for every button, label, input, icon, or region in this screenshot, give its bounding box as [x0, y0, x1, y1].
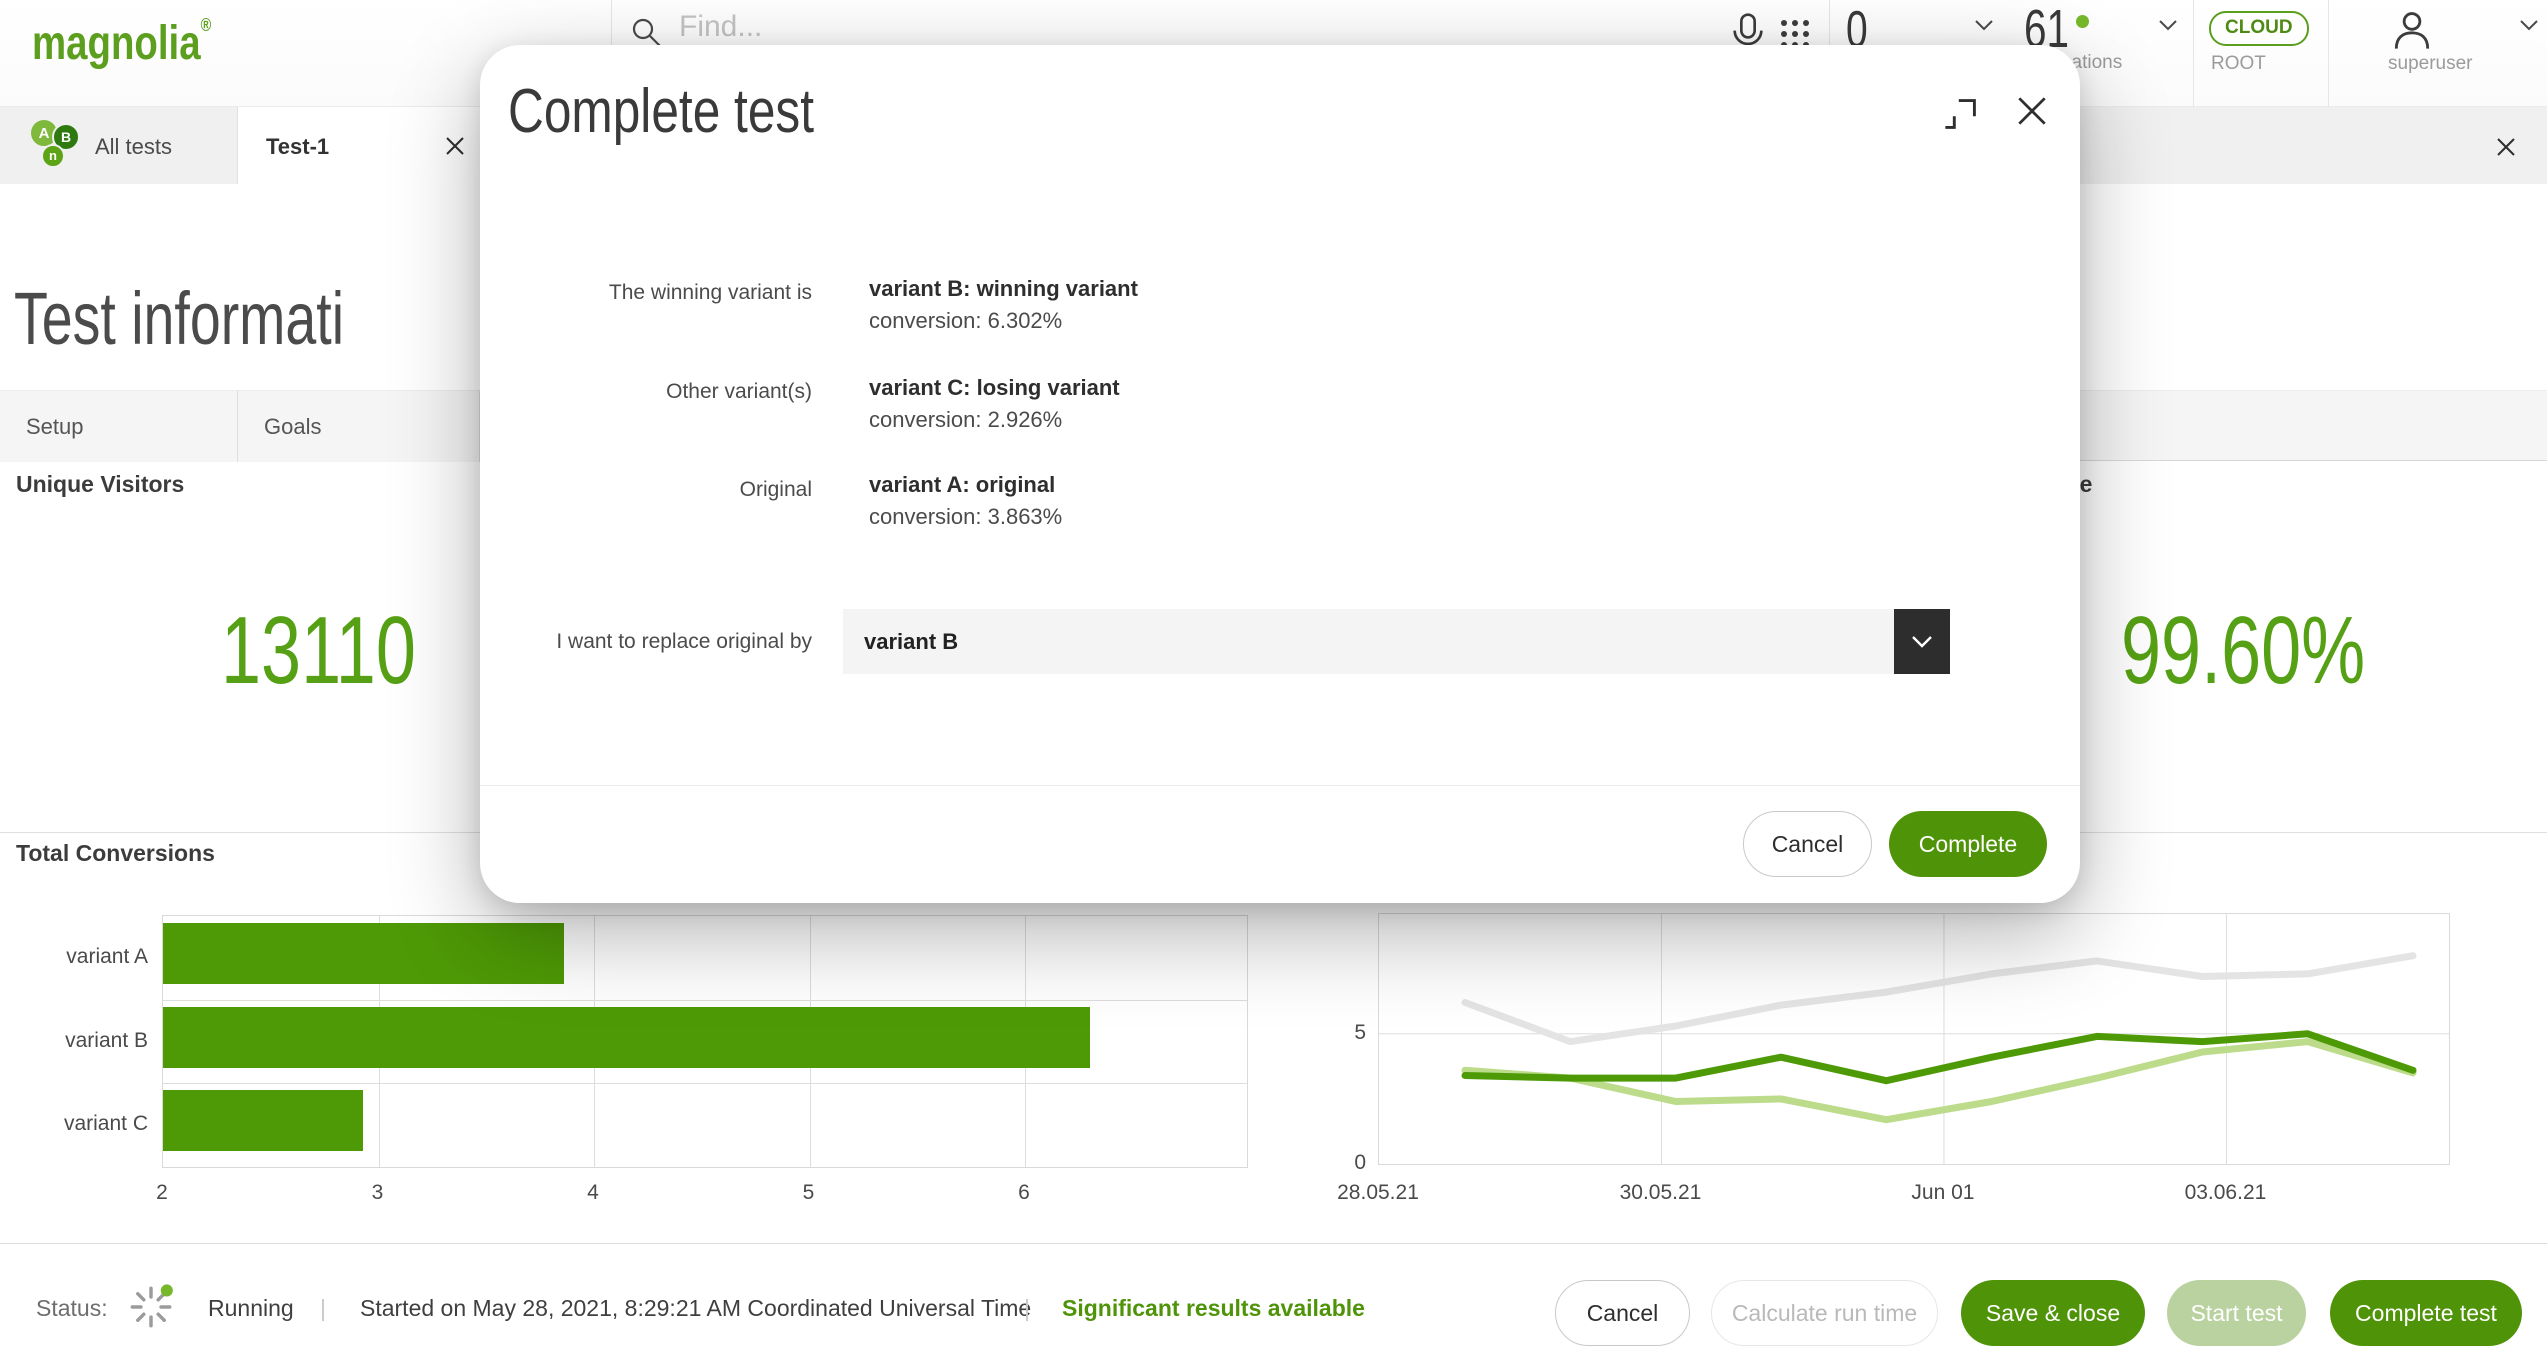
bar-xtick-label: 6 [1018, 1181, 1030, 1205]
bar-xtick-label: 2 [156, 1181, 168, 1205]
app-root: magnolia® Find... 0 61 cations CLOUD ROO… [0, 0, 2547, 1370]
bar-xtick-label: 5 [803, 1181, 815, 1205]
significant-results-link[interactable]: Significant results available [1062, 1295, 1365, 1322]
cloud-environment-badge: CLOUD [2209, 11, 2309, 46]
page-title: Test informati [14, 282, 454, 356]
tab-test-1[interactable]: Test-1 [238, 107, 490, 184]
other-variants-label: Other variant(s) [480, 380, 812, 404]
unique-visitors-value: 13110 [221, 603, 481, 699]
line-series-variant-A [1465, 956, 2413, 1042]
registered-mark: ® [201, 15, 212, 35]
bar-category-label: variant A [8, 945, 148, 969]
divider [2328, 0, 2329, 107]
cancel-button[interactable]: Cancel [1555, 1280, 1690, 1346]
status-bar: Status: Running | Started on May 28, 202… [0, 1243, 2547, 1370]
original-label: Original [480, 478, 812, 502]
line-xtick-label: 30.05.21 [1620, 1181, 1702, 1205]
search-input[interactable]: Find... [679, 10, 762, 43]
replace-original-label: I want to replace original by [480, 630, 812, 654]
dialog-complete-button[interactable]: Complete [1889, 811, 2047, 877]
dialog-footer-divider [480, 785, 2080, 786]
user-menu-chevron-icon[interactable] [2520, 20, 2538, 31]
magnolia-logo: magnolia® [32, 16, 256, 68]
status-label: Status: [36, 1295, 108, 1322]
tab-goals[interactable]: Goals [238, 391, 480, 462]
status-value: Running [208, 1295, 294, 1322]
unique-visitors-label: Unique Visitors [16, 471, 184, 498]
significance-rate-value: 99.60% [2121, 603, 2447, 699]
user-avatar-icon[interactable] [2392, 10, 2432, 50]
bar-row-divider [163, 1000, 1247, 1001]
complete-test-dialog: Complete test The winning variant is var… [480, 45, 2080, 903]
total-conversions-label: Total Conversions [16, 840, 215, 867]
bar-variant-B [163, 1007, 1090, 1068]
bar-xtick-label: 3 [372, 1181, 384, 1205]
dialog-title: Complete test [508, 81, 891, 143]
line-xtick-label: Jun 01 [1911, 1181, 1974, 1205]
bar-variant-C [163, 1090, 363, 1151]
running-spinner-icon [128, 1284, 174, 1330]
line-ytick-label: 0 [1318, 1151, 1366, 1175]
started-on-text: Started on May 28, 2021, 8:29:21 AM Coor… [360, 1295, 1031, 1322]
tab-setup[interactable]: Setup [0, 391, 238, 462]
bar-xtick-label: 4 [587, 1181, 599, 1205]
select-open-button[interactable] [1894, 609, 1950, 674]
other-variant-value: variant C: losing variant [869, 375, 1120, 401]
calculate-run-time-button[interactable]: Calculate run time [1711, 1280, 1938, 1346]
bar-category-label: variant C [8, 1112, 148, 1136]
original-conversion: conversion: 3.863% [869, 504, 1062, 530]
panel-close-icon[interactable] [2494, 135, 2518, 159]
dialog-cancel-button[interactable]: Cancel [1743, 811, 1872, 877]
winning-variant-label: The winning variant is [480, 281, 812, 305]
separator: | [1024, 1295, 1030, 1322]
divider [2193, 0, 2194, 107]
start-test-button[interactable]: Start test [2167, 1280, 2306, 1346]
tab-all-tests[interactable]: A B n All tests [0, 107, 238, 184]
chevron-down-icon[interactable] [2159, 20, 2177, 31]
tab-test-1-label: Test-1 [266, 134, 329, 160]
separator: | [320, 1295, 326, 1322]
line-series-variant-B [1465, 1034, 2413, 1081]
tab-close-icon[interactable] [443, 134, 467, 158]
winning-variant-value: variant B: winning variant [869, 276, 1138, 302]
abn-test-icon: A B n [29, 118, 85, 174]
line-xtick-label: 28.05.21 [1337, 1181, 1419, 1205]
line-chart-svg [1379, 914, 2449, 1164]
user-name: superuser [2388, 53, 2473, 75]
bar-chart-plot [162, 915, 1248, 1168]
replace-variant-select[interactable]: variant B [843, 609, 1894, 674]
winning-variant-conversion: conversion: 6.302% [869, 308, 1062, 334]
app-launcher-grid-icon[interactable] [1781, 20, 1809, 48]
notification-dot [2076, 15, 2089, 28]
bar-variant-A [163, 923, 564, 984]
bar-category-label: variant B [8, 1029, 148, 1053]
dialog-close-icon[interactable] [2014, 93, 2050, 129]
chevron-down-icon[interactable] [1975, 20, 1993, 31]
line-ytick-label: 5 [1318, 1021, 1366, 1045]
line-chart-plot [1378, 913, 2450, 1165]
complete-test-button[interactable]: Complete test [2330, 1280, 2522, 1346]
bar-row-divider [163, 1083, 1247, 1084]
tab-all-tests-label: All tests [95, 134, 172, 160]
save-and-close-button[interactable]: Save & close [1961, 1280, 2145, 1346]
environment-name: ROOT [2211, 53, 2266, 75]
maximize-icon[interactable] [1942, 95, 1980, 133]
original-value: variant A: original [869, 472, 1055, 498]
other-variant-conversion: conversion: 2.926% [869, 407, 1062, 433]
line-xtick-label: 03.06.21 [2185, 1181, 2267, 1205]
